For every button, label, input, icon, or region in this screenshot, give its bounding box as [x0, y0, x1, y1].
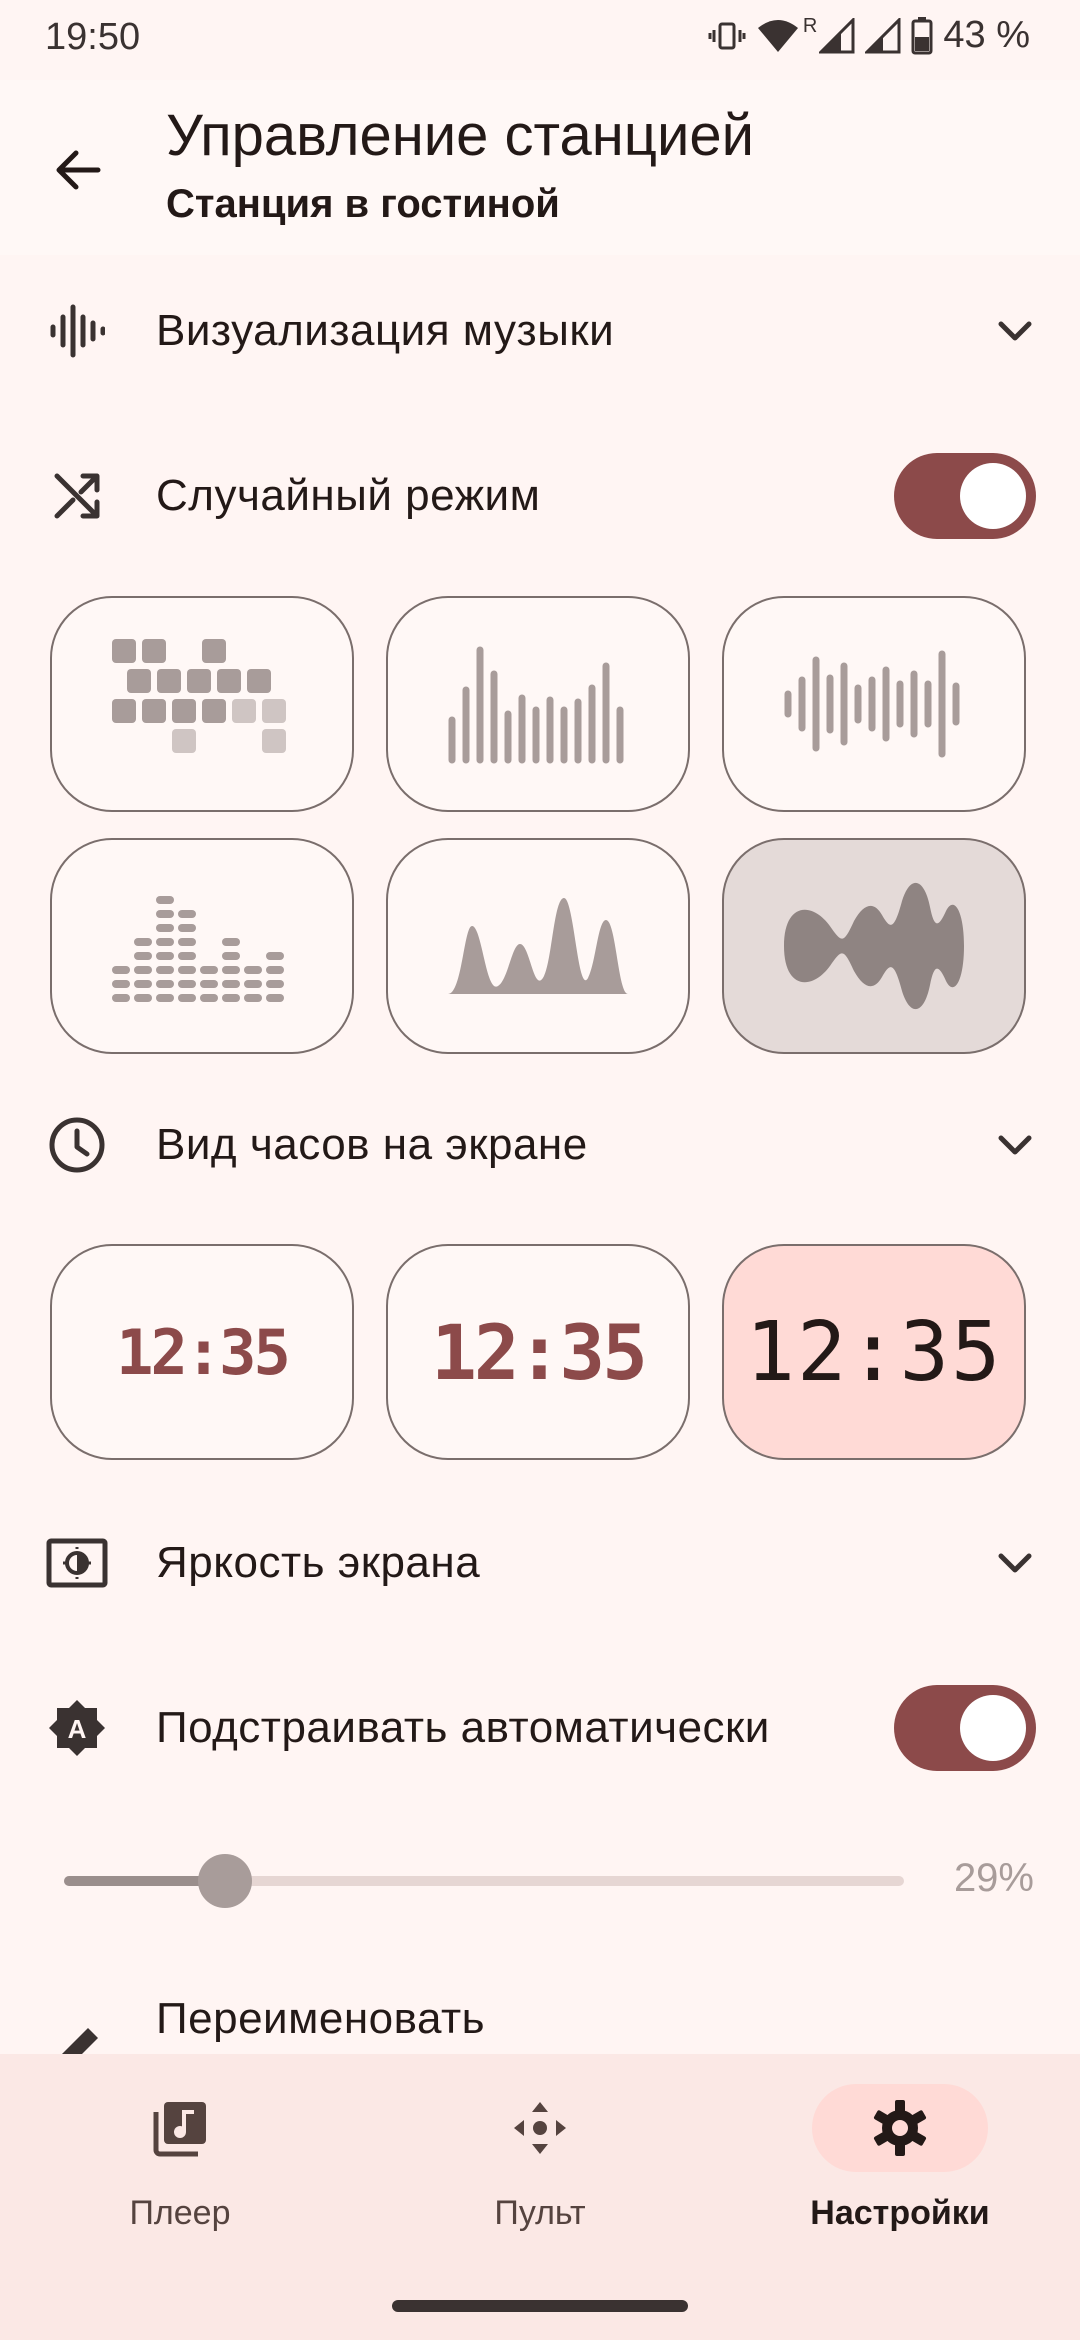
- bottom-navigation: Плеер Пульт Настройки: [0, 2054, 1080, 2340]
- brightness-label: Яркость экрана: [156, 1538, 481, 1587]
- visualization-label: Визуализация музыки: [156, 306, 615, 355]
- auto-brightness-icon: A: [44, 1695, 110, 1761]
- random-mode-row: Случайный режим: [0, 441, 1080, 551]
- page-title: Управление станцией: [166, 103, 755, 168]
- toggle-knob: [960, 463, 1026, 529]
- brightness-slider-track[interactable]: [64, 1876, 904, 1886]
- visualization-option-bars[interactable]: [386, 596, 690, 812]
- pencil-icon: [52, 2024, 102, 2054]
- clock-view-label: Вид часов на экране: [156, 1120, 588, 1169]
- chevron-down-icon[interactable]: [990, 1538, 1040, 1588]
- brightness-icon: [44, 1530, 110, 1596]
- gear-icon: [873, 2100, 927, 2156]
- app-header: Управление станцией Станция в гостиной: [0, 80, 1080, 255]
- signal-icon-2: [865, 17, 901, 54]
- clock-option-text: 12:35: [116, 1315, 291, 1389]
- nav-player-icon-wrap: [92, 2084, 268, 2172]
- nav-settings-icon-wrap: [812, 2084, 988, 2172]
- shuffle-icon: [44, 463, 110, 529]
- visualization-option-waveform[interactable]: [722, 596, 1026, 812]
- chevron-down-icon[interactable]: [990, 1120, 1040, 1170]
- clock-option-lcd[interactable]: 12:35: [722, 1244, 1026, 1460]
- signal-icon: [819, 17, 855, 54]
- nav-remote-icon-wrap: [452, 2084, 628, 2172]
- arrow-back-icon: [56, 150, 101, 190]
- brightness-slider-thumb[interactable]: [198, 1854, 252, 1908]
- nav-remote-label: Пульт: [494, 2194, 586, 2232]
- status-time: 19:50: [45, 16, 141, 58]
- rename-row[interactable]: Переименовать: [0, 1966, 1080, 2054]
- page-subtitle: Станция в гостиной: [166, 182, 560, 226]
- chevron-down-icon[interactable]: [990, 306, 1040, 356]
- wifi-icon: [757, 18, 799, 54]
- music-library-icon: [153, 2102, 206, 2157]
- clock-icon: [44, 1112, 110, 1178]
- auto-brightness-label: Подстраивать автоматически: [156, 1703, 770, 1752]
- battery-icon: [911, 16, 933, 55]
- clock-option-segment-thin[interactable]: 12:35: [50, 1244, 354, 1460]
- auto-brightness-row: A Подстраивать автоматически: [0, 1673, 1080, 1783]
- clock-view-row[interactable]: Вид часов на экране: [0, 1090, 1080, 1200]
- roaming-indicator: R: [802, 15, 818, 37]
- toggle-knob: [960, 1695, 1026, 1761]
- nav-settings[interactable]: Настройки: [750, 2084, 1050, 2264]
- random-mode-label: Случайный режим: [156, 471, 541, 520]
- nav-player-label: Плеер: [129, 2194, 231, 2232]
- status-icons: R 43 %: [707, 14, 1030, 57]
- vibrate-icon: [707, 16, 747, 56]
- clock-option-text: 12:35: [745, 1304, 1003, 1400]
- visualization-option-pixel-grid[interactable]: [50, 596, 354, 812]
- visualization-option-equalizer[interactable]: [50, 838, 354, 1054]
- clock-option-text: 12:35: [431, 1307, 648, 1397]
- nav-player[interactable]: Плеер: [30, 2084, 330, 2264]
- status-bar: 19:50 R 43 %: [0, 0, 1080, 80]
- dpad-icon: [514, 2102, 566, 2154]
- visualization-row[interactable]: Визуализация музыки: [0, 276, 1080, 386]
- nav-remote[interactable]: Пульт: [390, 2084, 690, 2264]
- waveform-icon: [44, 298, 110, 364]
- visualization-option-blob-wave[interactable]: [722, 838, 1026, 1054]
- rename-label: Переименовать: [156, 1994, 486, 2043]
- back-button[interactable]: [38, 130, 118, 210]
- nav-settings-label: Настройки: [810, 2194, 990, 2232]
- random-mode-toggle[interactable]: [894, 453, 1036, 539]
- auto-brightness-toggle[interactable]: [894, 1685, 1036, 1771]
- visualization-option-mountains[interactable]: [386, 838, 690, 1054]
- clock-option-segment-bold[interactable]: 12:35: [386, 1244, 690, 1460]
- brightness-value: 29%: [953, 1856, 1034, 1900]
- battery-percent: 43 %: [943, 14, 1030, 56]
- brightness-row[interactable]: Яркость экрана: [0, 1508, 1080, 1618]
- home-indicator: [392, 2300, 688, 2312]
- svg-text:A: A: [68, 1714, 87, 1744]
